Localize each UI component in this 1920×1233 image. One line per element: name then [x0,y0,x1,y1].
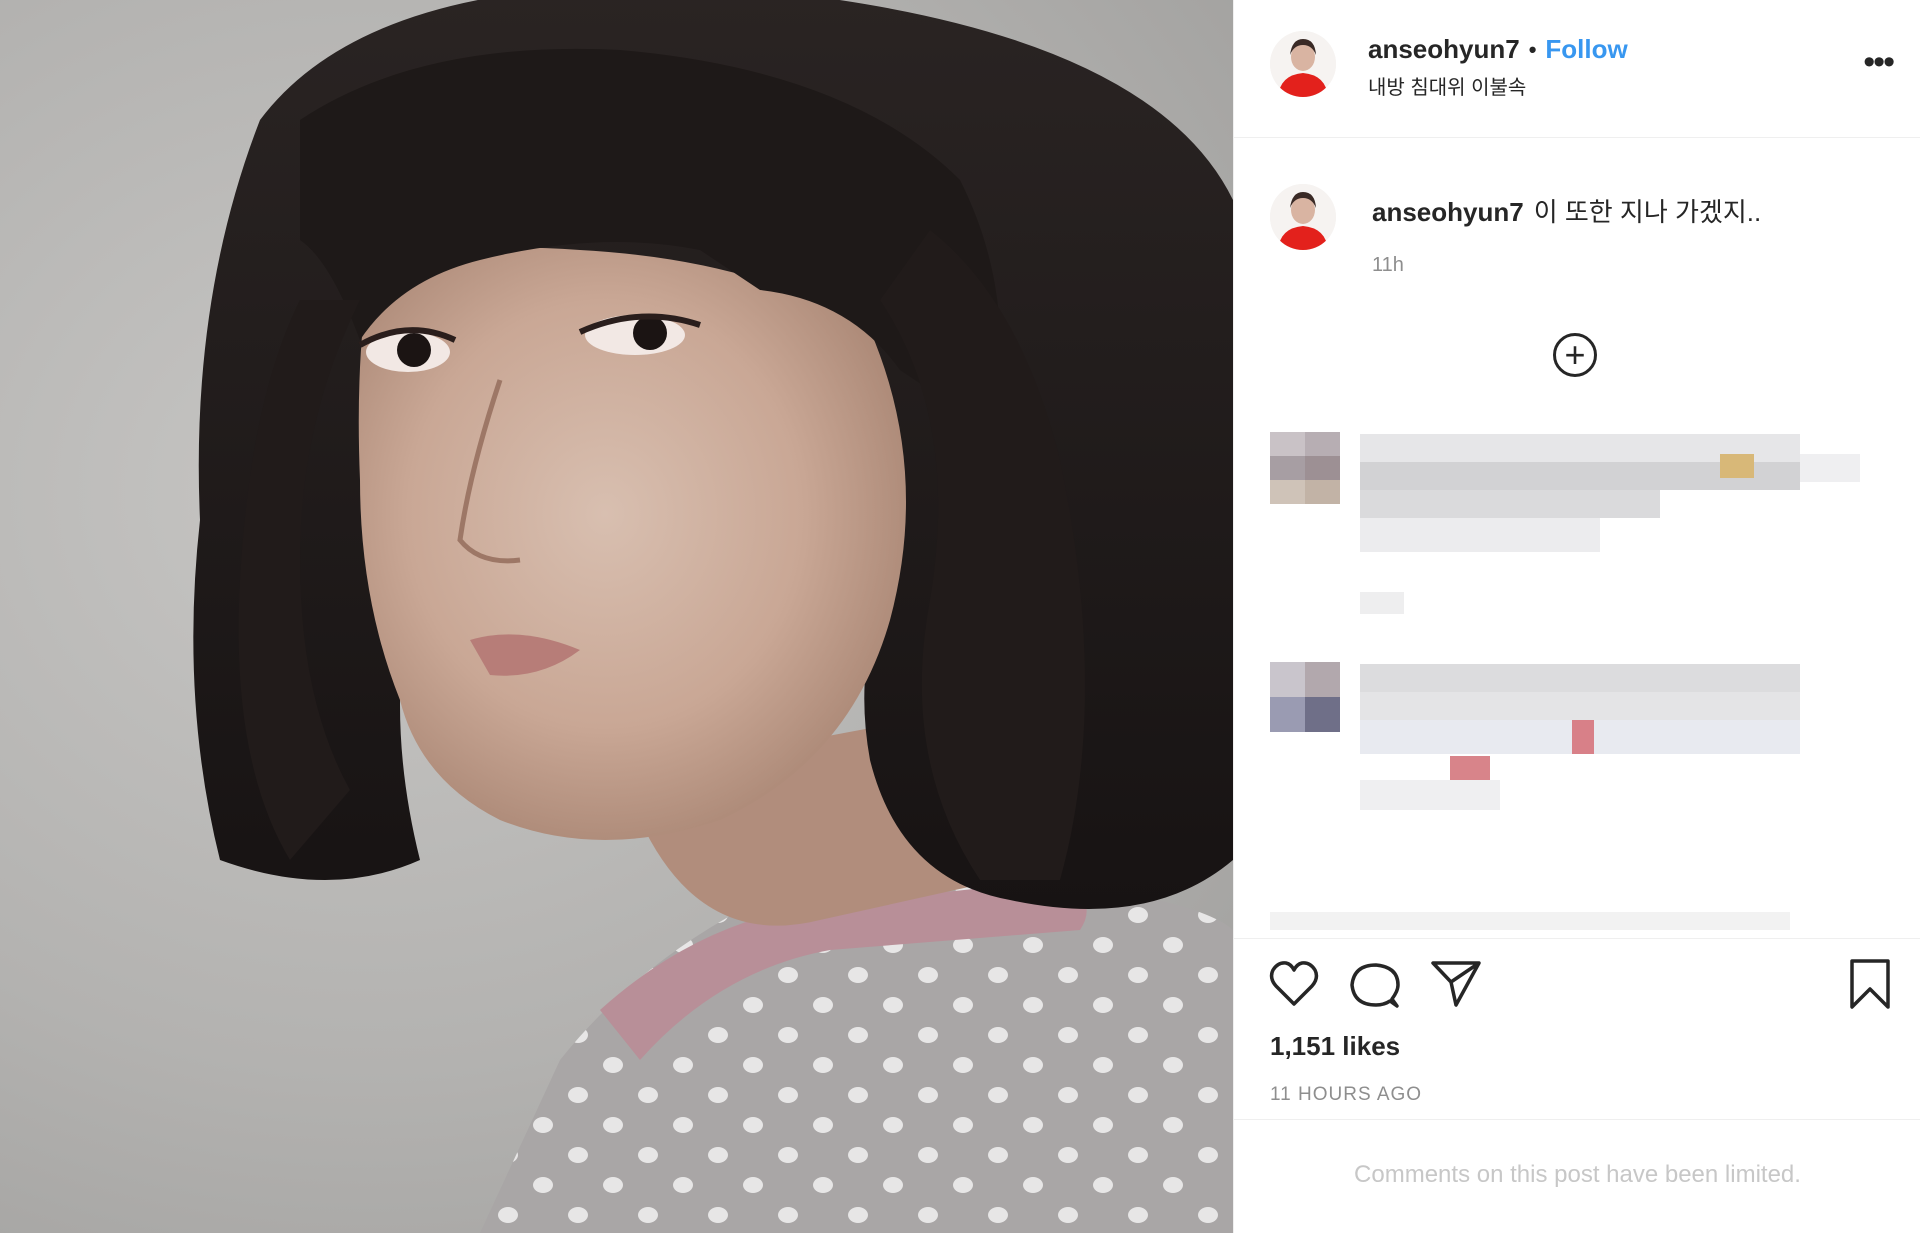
avatar-image [1270,31,1336,97]
post-side-panel: anseohyun7 • Follow 내방 침대위 이불속 ••• anseo… [1233,0,1920,1233]
heart-icon[interactable] [1268,959,1320,1009]
likes-count[interactable]: 1,151 likes [1270,1031,1400,1062]
comment-icon[interactable] [1348,959,1400,1011]
comments-list [1234,420,1920,930]
more-options-icon[interactable]: ••• [1863,45,1895,79]
portrait-illustration [193,0,1233,1233]
avatar [1270,432,1340,504]
caption-username[interactable]: anseohyun7 [1372,197,1524,227]
separator-dot: • [1528,36,1537,62]
post-actions: 1,151 likes 11 HOURS AGO Comments on thi… [1234,938,1920,1228]
share-icon[interactable] [1430,957,1482,1009]
avatar-image [1270,184,1336,250]
blurred-comment [1270,912,1790,930]
follow-button[interactable]: Follow [1545,34,1627,65]
location-link[interactable]: 내방 침대위 이불속 [1368,71,1526,100]
caption: anseohyun7 이 또한 지나 가겠지.. [1234,138,1920,278]
bookmark-icon[interactable] [1846,957,1894,1011]
caption-text: anseohyun7 이 또한 지나 가겠지.. [1372,192,1761,229]
caption-body: 이 또한 지나 가겠지.. [1533,197,1762,227]
username-link[interactable]: anseohyun7 [1368,34,1520,65]
blurred-timestamp [1360,592,1404,614]
plus-circle-icon[interactable]: + [1553,333,1597,377]
caption-timestamp[interactable]: 11h [1372,254,1404,277]
username-row: anseohyun7 • Follow [1368,34,1628,65]
blurred-comment [1360,664,1800,814]
avatar [1270,662,1340,732]
post-timestamp[interactable]: 11 HOURS AGO [1270,1084,1422,1106]
comments-limited-notice: Comments on this post have been limited. [1234,1119,1920,1229]
caption-avatar[interactable] [1270,184,1336,250]
avatar[interactable] [1270,31,1336,97]
blurred-comment [1360,434,1860,552]
post-photo[interactable] [0,0,1233,1233]
post-header: anseohyun7 • Follow 내방 침대위 이불속 ••• [1234,0,1920,138]
